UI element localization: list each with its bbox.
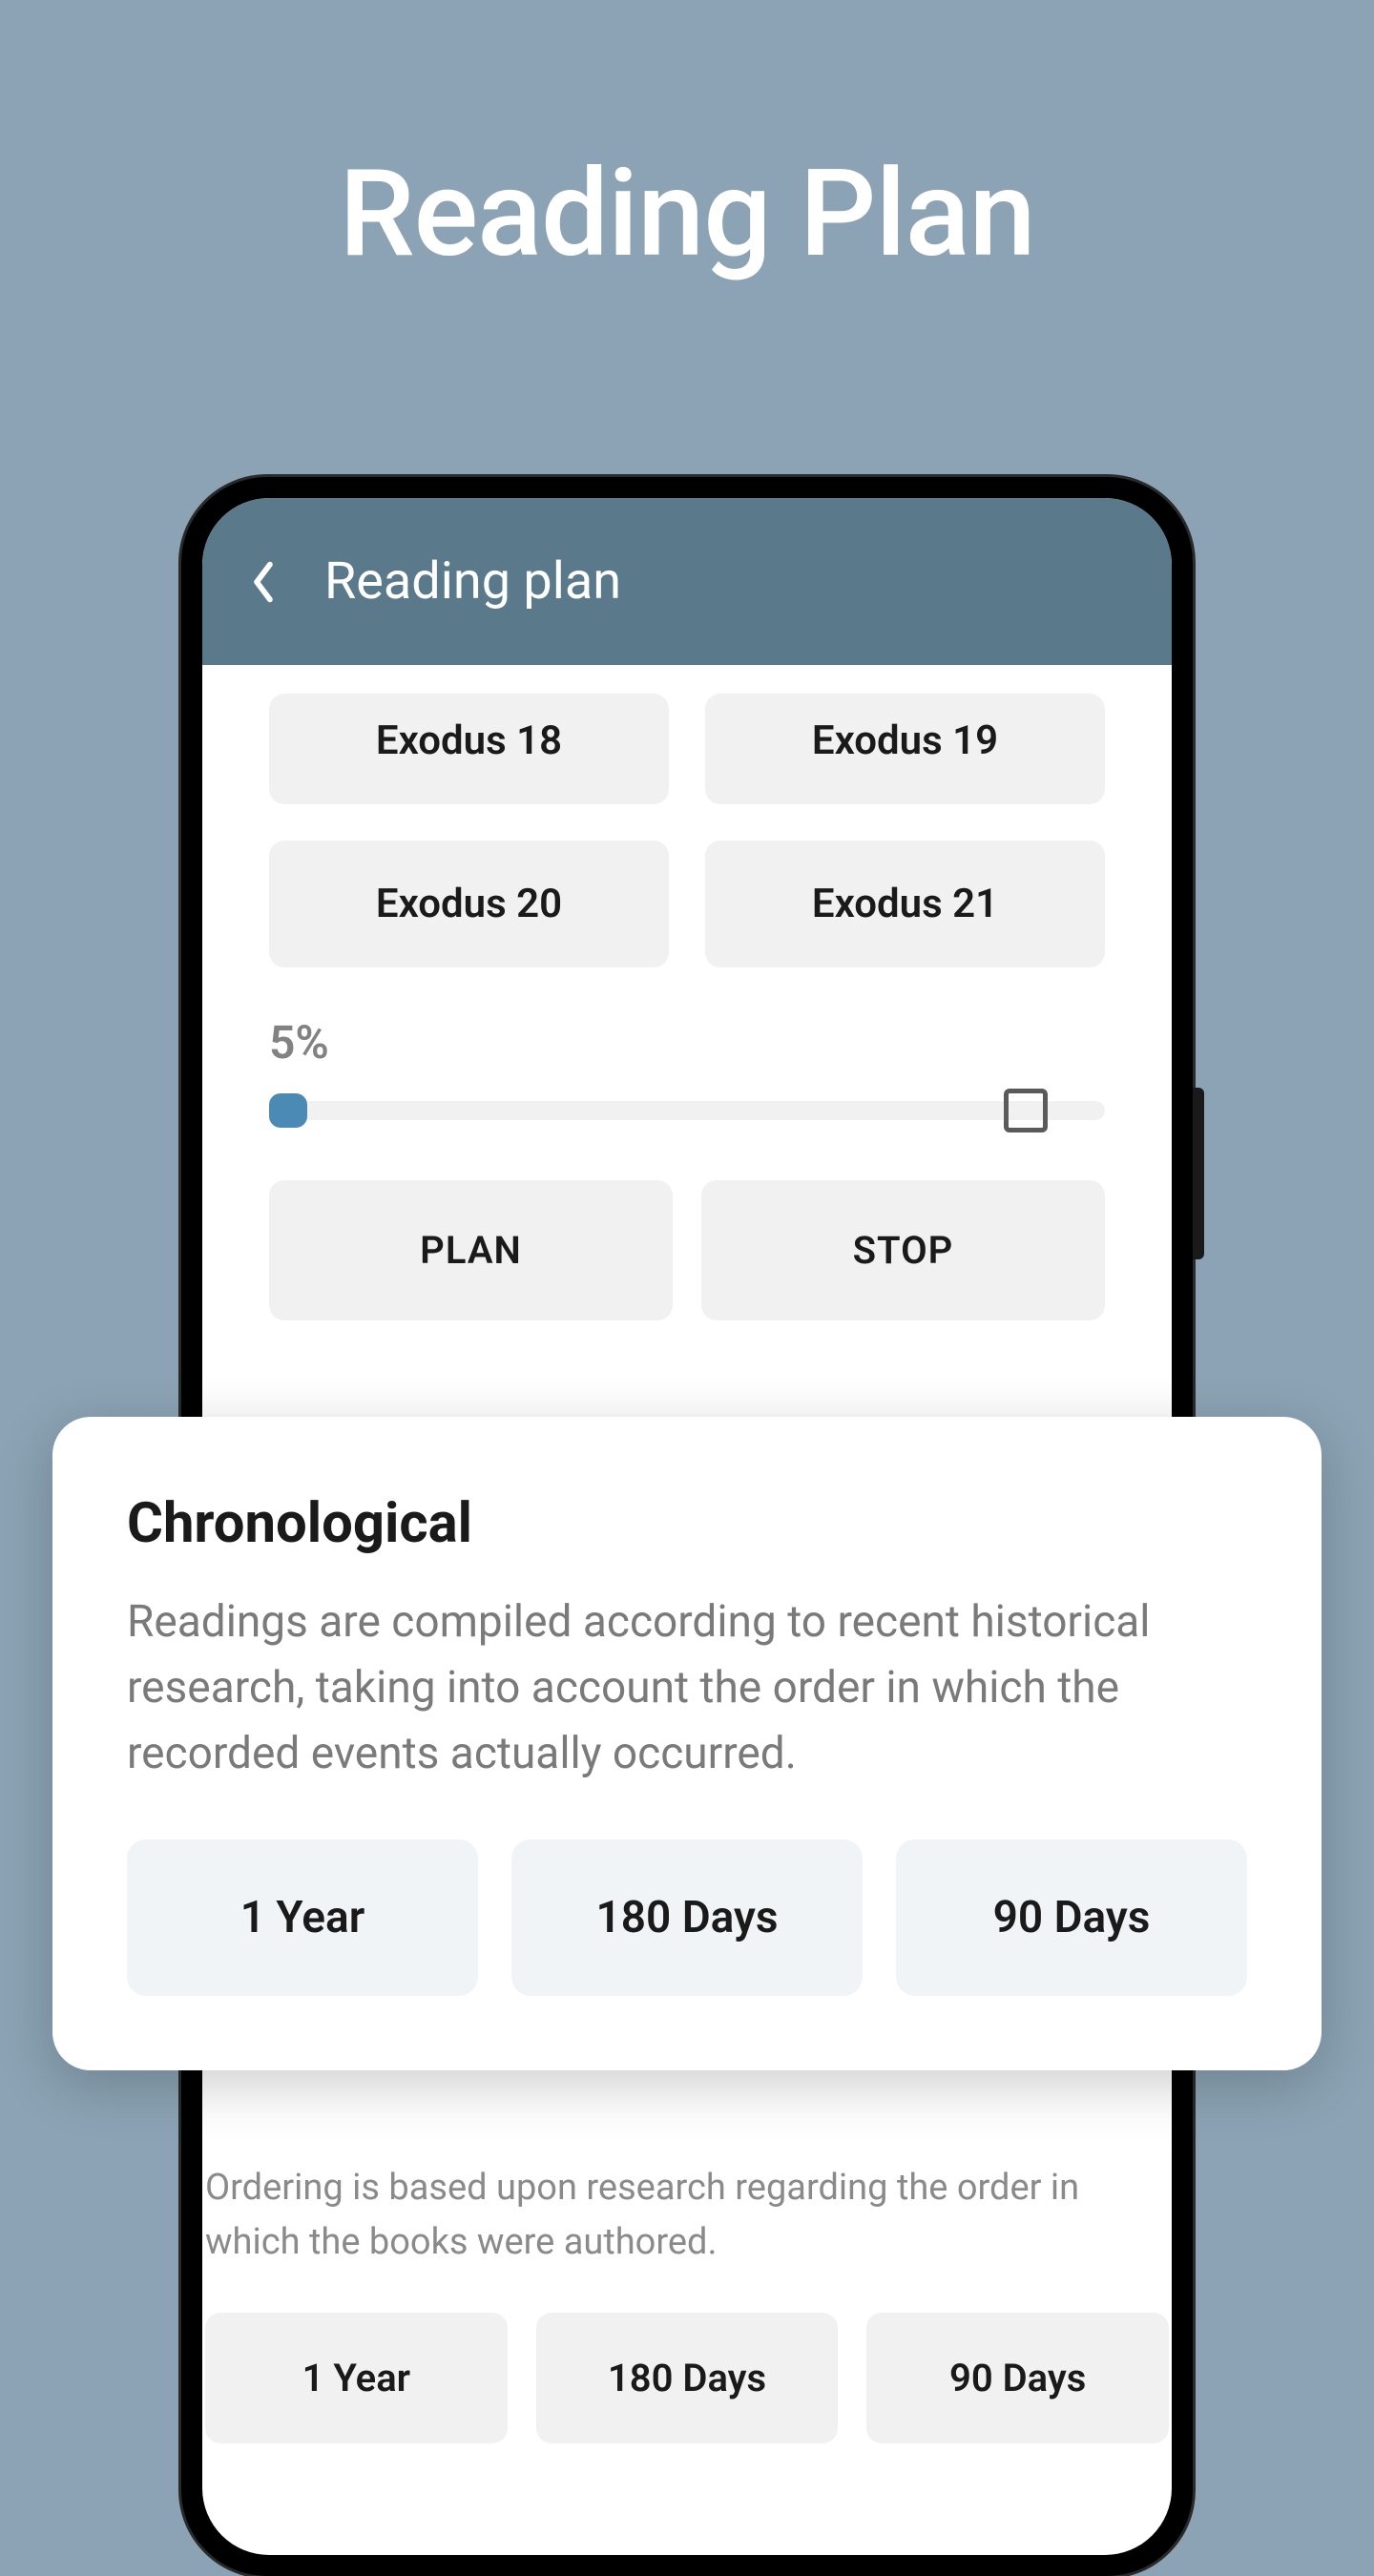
lower-section: Ordering is based upon research regardin…: [205, 2161, 1169, 2443]
app-body: Exodus 18 Exodus 19 Exodus 20 Exodus 21 …: [202, 665, 1172, 1349]
lower-durations: 1 Year 180 Days 90 Days: [205, 2313, 1169, 2443]
lower-duration-90-days[interactable]: 90 Days: [866, 2313, 1169, 2443]
progress-percent-label: 5%: [269, 1015, 1105, 1070]
lower-duration-180-days[interactable]: 180 Days: [536, 2313, 839, 2443]
duration-180-days[interactable]: 180 Days: [511, 1839, 863, 1996]
action-buttons: PLAN STOP: [269, 1180, 1105, 1320]
header-title: Reading plan: [324, 551, 621, 612]
app-header: Reading plan: [202, 498, 1172, 665]
stop-button[interactable]: STOP: [701, 1180, 1105, 1320]
progress-bar-fill: [269, 1093, 307, 1128]
chapter-button-exodus-18[interactable]: Exodus 18: [269, 694, 669, 804]
chronological-card: Chronological Readings are compiled acco…: [52, 1417, 1322, 2070]
back-icon[interactable]: [250, 560, 277, 604]
progress-section: 5%: [269, 1015, 1105, 1132]
progress-checkbox[interactable]: [1004, 1089, 1048, 1132]
chapter-button-exodus-19[interactable]: Exodus 19: [705, 694, 1105, 804]
chronological-description: Readings are compiled according to recen…: [127, 1589, 1247, 1787]
hero-title: Reading Plan: [0, 0, 1374, 284]
lower-duration-1-year[interactable]: 1 Year: [205, 2313, 508, 2443]
duration-90-days[interactable]: 90 Days: [896, 1839, 1247, 1996]
lower-description: Ordering is based upon research regardin…: [205, 2161, 1169, 2270]
chapter-button-exodus-21[interactable]: Exodus 21: [705, 841, 1105, 967]
duration-1-year[interactable]: 1 Year: [127, 1839, 478, 1996]
chronological-title: Chronological: [127, 1491, 1247, 1556]
plan-button[interactable]: PLAN: [269, 1180, 673, 1320]
progress-bar-track: [269, 1101, 1105, 1120]
chapter-button-exodus-20[interactable]: Exodus 20: [269, 841, 669, 967]
chapter-grid: Exodus 18 Exodus 19 Exodus 20 Exodus 21: [269, 694, 1105, 967]
progress-bar-container: [269, 1089, 1105, 1132]
chronological-durations: 1 Year 180 Days 90 Days: [127, 1839, 1247, 1996]
